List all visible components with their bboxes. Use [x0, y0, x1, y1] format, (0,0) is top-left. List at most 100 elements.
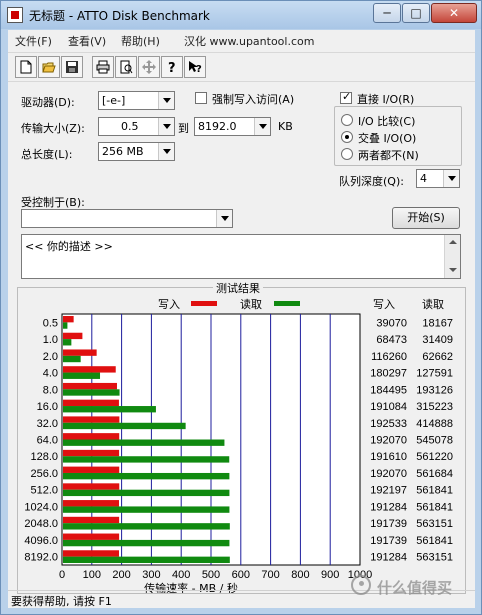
- read-bar: [63, 506, 230, 513]
- y-tick-label: 1.0: [43, 334, 58, 346]
- scroll-down-icon[interactable]: [445, 263, 460, 278]
- write-bar: [63, 416, 120, 423]
- y-tick-label: 16.0: [37, 401, 58, 413]
- benchmark-chart: 0 100 200 300 400 500 600 700 800 900 1000传输速率 - M…: [24, 313, 453, 593]
- direct-io-label[interactable]: 直接 I/O(R): [357, 91, 414, 107]
- close-button[interactable]: ✕: [431, 3, 477, 23]
- neither-label[interactable]: 两者都不(N): [358, 147, 419, 163]
- save-icon[interactable]: [61, 56, 83, 78]
- chevron-down-icon[interactable]: [158, 118, 174, 135]
- read-value: 561841: [416, 535, 453, 547]
- x-tick-label: 600: [232, 569, 250, 581]
- y-tick-label: 128.0: [30, 451, 58, 463]
- kb-unit-label: KB: [278, 120, 293, 133]
- read-value: 62662: [422, 351, 453, 363]
- menu-file[interactable]: 文件(F): [15, 33, 52, 49]
- write-bar: [63, 332, 83, 340]
- start-button[interactable]: 开始(S): [392, 207, 460, 229]
- io-compare-radio[interactable]: [341, 114, 353, 126]
- write-bar: [63, 399, 119, 407]
- transfer-size-label: 传输大小(Z):: [21, 122, 85, 135]
- watermark-logo: [351, 575, 371, 595]
- print-preview-icon[interactable]: [115, 56, 137, 78]
- status-text: 要获得帮助, 请按 F1: [11, 595, 112, 608]
- force-write-label[interactable]: 强制写入访问(A): [212, 91, 294, 107]
- total-length-select[interactable]: 256 MB: [98, 142, 175, 161]
- y-tick-label: 1024.0: [24, 501, 58, 513]
- help-icon[interactable]: ?: [161, 56, 183, 78]
- write-value: 192070: [370, 435, 407, 447]
- write-value: 191739: [370, 535, 407, 547]
- read-value: 31409: [422, 334, 453, 346]
- description-textarea[interactable]: << 你的描述 >>: [21, 234, 461, 279]
- maximize-button[interactable]: □: [402, 3, 430, 23]
- write-value: 191284: [370, 552, 407, 564]
- move-icon[interactable]: [138, 56, 160, 78]
- total-length-label: 总长度(L):: [21, 148, 73, 161]
- overlapped-io-label[interactable]: 交叠 I/O(O): [358, 130, 416, 146]
- write-value: 68473: [376, 334, 407, 346]
- print-icon[interactable]: [92, 56, 114, 78]
- y-tick-label: 0.5: [43, 317, 58, 329]
- open-folder-icon[interactable]: [38, 56, 60, 78]
- write-bar: [63, 500, 120, 507]
- write-bar: [63, 516, 120, 524]
- chevron-down-icon[interactable]: [216, 210, 232, 227]
- svg-text:?: ?: [168, 61, 176, 74]
- write-value: 192070: [370, 468, 407, 480]
- y-tick-label: 8.0: [43, 384, 58, 396]
- transfer-to-select[interactable]: 8192.0: [194, 117, 271, 136]
- write-value: 191284: [370, 501, 407, 513]
- menu-localization-link[interactable]: 汉化 www.upantool.com: [184, 33, 314, 49]
- write-bar: [63, 533, 120, 540]
- app-window: 无标题 - ATTO Disk Benchmark ─ □ ✕ 文件(F) 查看…: [0, 0, 482, 615]
- transfer-from-select[interactable]: 0.5: [98, 117, 175, 136]
- drive-select[interactable]: [-e-]: [98, 91, 175, 110]
- y-tick-label: 64.0: [37, 435, 58, 447]
- write-value: 180297: [370, 368, 407, 380]
- queue-depth-label: 队列深度(Q):: [339, 175, 404, 188]
- write-value: 192197: [370, 485, 407, 497]
- menu-bar: 文件(F) 查看(V) 帮助(H) 汉化 www.upantool.com: [8, 30, 475, 50]
- read-value: 18167: [422, 317, 453, 329]
- neither-radio[interactable]: [341, 148, 353, 160]
- queue-depth-select[interactable]: 4: [416, 169, 460, 188]
- x-tick-label: 300: [142, 569, 160, 581]
- context-help-icon[interactable]: ?: [184, 56, 206, 78]
- x-tick-label: 900: [321, 569, 339, 581]
- read-bar: [63, 539, 230, 547]
- write-value: 39070: [376, 317, 407, 329]
- read-bar: [63, 456, 230, 463]
- read-bar: [63, 556, 230, 563]
- to-label: 到: [178, 122, 189, 135]
- controlled-by-select[interactable]: [21, 209, 233, 228]
- y-tick-label: 8192.0: [24, 552, 58, 564]
- chevron-down-icon[interactable]: [158, 92, 174, 109]
- menu-help[interactable]: 帮助(H): [121, 33, 160, 49]
- direct-io-checkbox[interactable]: [340, 90, 352, 104]
- new-file-icon[interactable]: [15, 56, 37, 78]
- write-bar: [63, 316, 74, 323]
- read-bar: [63, 406, 156, 413]
- watermark-text: 什么值得买: [377, 579, 453, 597]
- app-icon[interactable]: [7, 7, 23, 23]
- chevron-down-icon[interactable]: [443, 170, 459, 187]
- read-value: 561841: [416, 485, 453, 497]
- force-write-checkbox[interactable]: [195, 92, 207, 104]
- y-tick-label: 256.0: [30, 468, 58, 480]
- x-tick-label: 500: [202, 569, 220, 581]
- menu-view[interactable]: 查看(V): [68, 33, 106, 49]
- scroll-up-icon[interactable]: [445, 235, 460, 250]
- write-bar: [63, 483, 120, 490]
- title-bar[interactable]: 无标题 - ATTO Disk Benchmark ─ □ ✕: [1, 1, 481, 29]
- chevron-down-icon[interactable]: [254, 118, 270, 135]
- io-compare-label[interactable]: I/O 比较(C): [358, 113, 415, 129]
- read-bar: [63, 523, 230, 530]
- minimize-button[interactable]: ─: [373, 3, 401, 23]
- chevron-down-icon[interactable]: [158, 143, 174, 160]
- overlapped-io-radio[interactable]: [341, 131, 353, 143]
- read-value: 193126: [416, 384, 453, 396]
- description-scrollbar[interactable]: [444, 235, 460, 278]
- write-bar: [63, 349, 97, 356]
- x-tick-label: 200: [112, 569, 130, 581]
